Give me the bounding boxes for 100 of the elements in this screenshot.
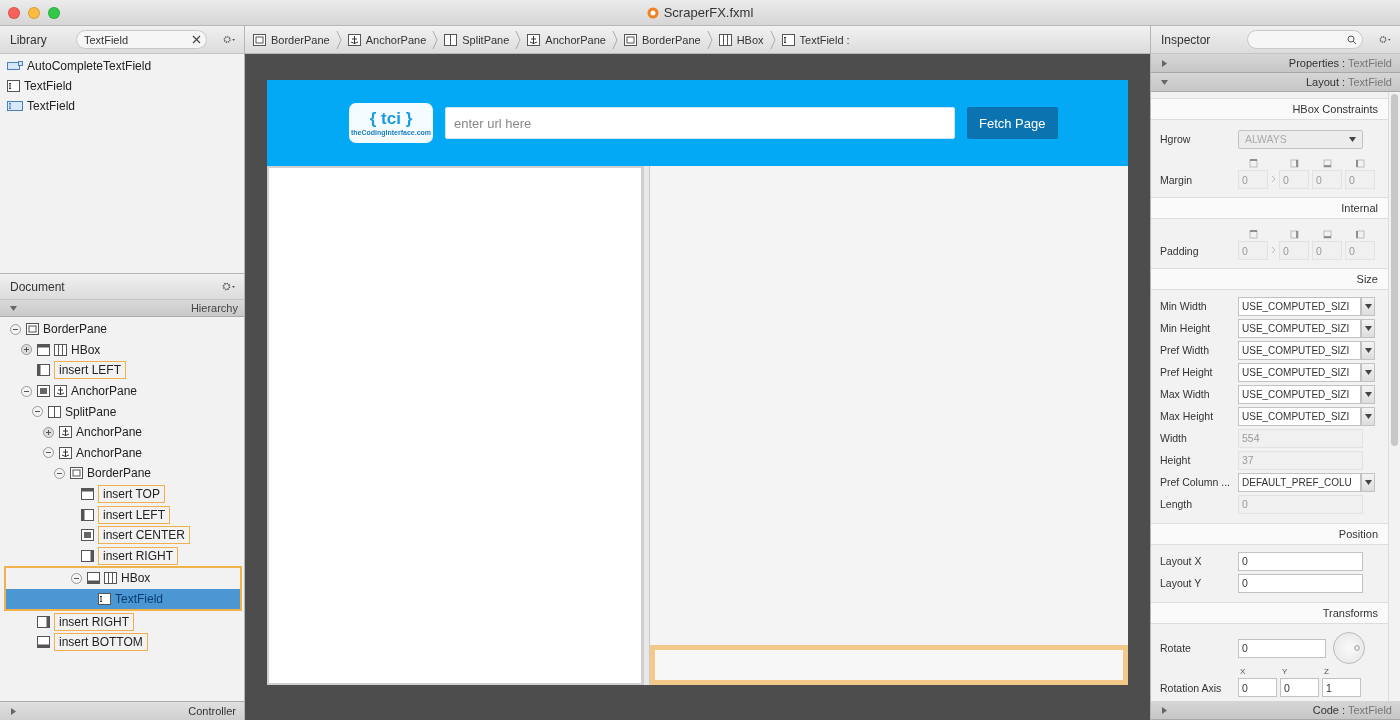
combo-field[interactable]: USE_COMPUTED_SIZI <box>1238 318 1361 338</box>
tree-item[interactable]: HBox <box>0 339 244 361</box>
section-bar[interactable]: Layout : TextField <box>1151 73 1400 92</box>
field-label: Width <box>1160 432 1188 444</box>
library-item[interactable]: TextField <box>0 76 244 96</box>
border-pane-icon <box>623 33 637 46</box>
disclosure-triangle-icon[interactable] <box>1161 706 1168 714</box>
text-field[interactable] <box>650 645 1128 685</box>
section-bar[interactable]: Hierarchy <box>0 300 244 317</box>
dial-handle-icon[interactable] <box>1354 645 1360 651</box>
combo-field[interactable]: USE_COMPUTED_SIZI <box>1238 384 1361 404</box>
close-button[interactable] <box>8 6 20 19</box>
search-field[interactable] <box>1247 30 1364 49</box>
expand-icon[interactable] <box>20 344 32 356</box>
disclosure-triangle-icon[interactable] <box>1161 59 1168 67</box>
expand-icon[interactable] <box>42 426 54 438</box>
combo-arrow-button[interactable] <box>1361 340 1375 360</box>
field-label: Rotate <box>1160 642 1192 654</box>
tree-item[interactable]: BorderPane <box>0 319 244 340</box>
text-field[interactable]: 0 <box>1238 638 1326 658</box>
combo-arrow-button[interactable] <box>1361 318 1375 338</box>
layout-region-icon <box>81 549 94 562</box>
field-label: Length <box>1160 498 1194 510</box>
disclosure-triangle-icon[interactable] <box>1161 78 1168 86</box>
field-label: Padding <box>1160 245 1200 259</box>
collapse-icon[interactable] <box>31 406 43 418</box>
breadcrumb-item[interactable]: BorderPane <box>623 33 701 46</box>
collapse-icon[interactable] <box>53 467 65 479</box>
search-field[interactable]: TextField <box>76 30 208 49</box>
url-field[interactable]: enter url here <box>445 107 955 139</box>
combo-arrow-button[interactable] <box>1361 472 1375 492</box>
document-icon <box>646 6 659 19</box>
insert-slot[interactable]: insert LEFT <box>54 361 126 380</box>
chevron-icon <box>769 29 776 50</box>
collapse-icon[interactable] <box>70 572 82 584</box>
fetch-button[interactable]: Fetch Page <box>967 107 1058 139</box>
layout-region-icon <box>81 488 94 501</box>
combo-arrow-button[interactable] <box>1361 384 1375 404</box>
breadcrumb-item[interactable]: SplitPane <box>444 33 510 46</box>
combo-field[interactable]: USE_COMPUTED_SIZI <box>1238 296 1361 316</box>
combo-field[interactable]: USE_COMPUTED_SIZI <box>1238 340 1361 360</box>
layout-region-icon <box>37 385 50 398</box>
settings-icon[interactable] <box>222 282 236 291</box>
text-field-icon <box>781 33 795 46</box>
text-field[interactable]: 1 <box>1322 678 1361 697</box>
section-bar[interactable]: Controller <box>0 701 244 720</box>
insert-slot[interactable]: insert TOP <box>98 485 165 504</box>
edge-icon <box>1355 230 1365 239</box>
dropdown-arrow-icon <box>1364 391 1372 397</box>
breadcrumb-item[interactable]: HBox <box>718 33 764 46</box>
dropdown-arrow-icon <box>1364 347 1372 353</box>
breadcrumb-item[interactable]: TextField : <box>781 33 850 46</box>
tree-item[interactable]: AnchorPane <box>0 442 244 464</box>
field-label: Rotation Axis <box>1160 682 1223 696</box>
layout-region-icon <box>37 364 50 377</box>
settings-icon[interactable] <box>223 35 236 44</box>
clear-icon[interactable] <box>192 35 202 44</box>
insert-slot[interactable]: insert CENTER <box>98 526 190 545</box>
combo-arrow-button[interactable] <box>1361 296 1375 316</box>
library-item[interactable]: TextField <box>0 96 244 116</box>
chevron-icon <box>515 29 522 50</box>
disclosure-triangle-icon[interactable] <box>10 707 17 715</box>
text-field[interactable]: 0 <box>1238 573 1363 593</box>
insert-slot[interactable]: insert RIGHT <box>98 546 178 565</box>
hbox-icon <box>54 343 67 356</box>
section-bar[interactable]: Properties : TextField <box>1151 54 1400 73</box>
collapse-icon[interactable] <box>20 385 32 397</box>
text-field[interactable]: 0 <box>1280 678 1319 697</box>
tree-item[interactable]: BorderPane <box>0 463 244 484</box>
text-field[interactable]: 0 <box>1238 551 1363 571</box>
zoom-button[interactable] <box>48 6 60 19</box>
collapse-icon[interactable] <box>42 447 54 459</box>
scrollbar-thumb[interactable] <box>1391 94 1398 446</box>
insert-slot[interactable]: insert LEFT <box>98 505 170 524</box>
combo-field[interactable]: USE_COMPUTED_SIZI <box>1238 406 1361 426</box>
insert-slot[interactable]: insert BOTTOM <box>54 633 148 652</box>
text-field[interactable]: 0 <box>1238 678 1277 697</box>
tree-item[interactable]: AnchorPane <box>0 421 244 443</box>
breadcrumb-item[interactable]: BorderPane <box>253 33 330 46</box>
disclosure-triangle-icon[interactable] <box>10 304 17 312</box>
tree-item[interactable]: SplitPane <box>0 401 244 422</box>
chevron-icon <box>432 29 439 50</box>
edge-icon <box>1289 159 1299 168</box>
layout-region-icon <box>37 343 50 356</box>
field-label: Margin <box>1160 174 1194 188</box>
combo-arrow-button[interactable] <box>1361 362 1375 382</box>
combo-arrow-button[interactable] <box>1361 406 1375 426</box>
library-item[interactable]: AutoCompleteTextField <box>0 56 244 76</box>
collapse-icon[interactable] <box>9 323 21 335</box>
settings-icon[interactable] <box>1379 35 1392 44</box>
combo-field[interactable]: DEFAULT_PREF_COLU <box>1238 472 1361 492</box>
breadcrumb-item[interactable]: AnchorPane <box>527 33 606 46</box>
tree-item[interactable]: TextField <box>6 588 240 610</box>
tree-item[interactable]: AnchorPane <box>0 380 244 402</box>
breadcrumb-item[interactable]: AnchorPane <box>347 33 427 46</box>
group-heading: Size <box>1151 268 1388 290</box>
section-bar[interactable]: Code : TextField <box>1151 701 1400 720</box>
tree-item[interactable]: HBox <box>6 568 240 589</box>
combo-field[interactable]: USE_COMPUTED_SIZI <box>1238 362 1361 382</box>
insert-slot[interactable]: insert RIGHT <box>54 612 134 631</box>
